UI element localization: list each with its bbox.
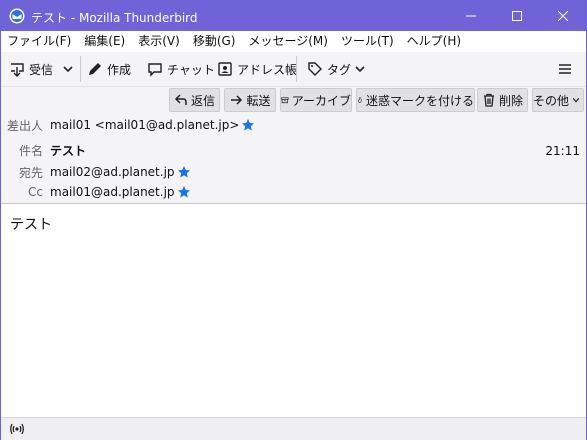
- pencil-icon: [89, 63, 101, 75]
- subject-row: 件名 テスト: [7, 141, 86, 159]
- forward-button[interactable]: 転送: [224, 88, 276, 112]
- cc-row: Cc mail01@ad.planet.jp: [7, 183, 191, 201]
- menu-view[interactable]: 表示(V): [132, 31, 187, 52]
- close-button[interactable]: [540, 1, 586, 31]
- trash-icon: [483, 93, 494, 107]
- get-mail-label: 受信: [29, 62, 54, 77]
- forward-label: 転送: [246, 93, 271, 108]
- message-body: テスト: [1, 204, 586, 417]
- reply-arrow-icon: [174, 94, 187, 105]
- to-row: 宛先 mail02@ad.planet.jp: [7, 163, 191, 181]
- menu-edit[interactable]: 編集(E): [78, 31, 132, 52]
- message-body-text: テスト: [10, 217, 52, 233]
- menu-help[interactable]: ヘルプ(H): [401, 31, 468, 52]
- address-book-button[interactable]: アドレス帳: [217, 56, 297, 82]
- tag-icon: [308, 62, 322, 76]
- minimize-icon: [466, 15, 476, 17]
- from-row: 差出人 mail01 <mail01@ad.planet.jp>: [7, 116, 255, 134]
- compose-button[interactable]: 作成: [87, 56, 131, 82]
- close-icon: [558, 11, 568, 21]
- hamburger-menu-icon: [559, 64, 571, 74]
- main-toolbar: 受信 作成 チャット アドレス帳 タグ: [1, 52, 586, 87]
- reply-label: 返信: [190, 93, 215, 108]
- thunderbird-logo-icon: [9, 8, 25, 24]
- menu-file[interactable]: ファイル(F): [1, 31, 78, 52]
- thunderbird-window: テスト - Mozilla Thunderbird ファイル(F) 編集(E) …: [0, 0, 587, 440]
- tag-button[interactable]: タグ: [307, 56, 370, 82]
- download-icon: [11, 63, 24, 77]
- chevron-down-icon: [572, 98, 580, 103]
- minimize-button[interactable]: [448, 1, 494, 31]
- menu-message[interactable]: メッセージ(M): [242, 31, 334, 52]
- other-actions-button[interactable]: その他: [532, 88, 584, 112]
- menu-go[interactable]: 移動(G): [187, 31, 243, 52]
- star-icon[interactable]: [241, 118, 255, 132]
- reply-button[interactable]: 返信: [169, 88, 220, 112]
- junk-fire-icon: [358, 97, 362, 103]
- status-bar: [1, 417, 586, 440]
- other-label: その他: [533, 93, 570, 108]
- menu-tools[interactable]: ツール(T): [335, 31, 401, 52]
- app-menu-button[interactable]: [558, 56, 576, 82]
- archive-label: アーカイブ: [291, 93, 351, 108]
- chat-bubble-icon: [148, 63, 162, 77]
- subject-value: テスト: [50, 143, 87, 158]
- subject-label: 件名: [18, 143, 43, 158]
- maximize-button[interactable]: [494, 1, 540, 31]
- address-book-label: アドレス帳: [237, 62, 298, 77]
- get-mail-dropdown[interactable]: [62, 56, 78, 82]
- to-label: 宛先: [18, 165, 43, 180]
- title-bar: テスト - Mozilla Thunderbird: [1, 1, 586, 31]
- delete-label: 削除: [498, 93, 523, 108]
- online-status-icon[interactable]: [9, 422, 25, 436]
- chat-label: チャット: [167, 62, 215, 77]
- chevron-down-icon: [355, 66, 365, 73]
- compose-label: 作成: [107, 62, 132, 77]
- chevron-down-icon: [63, 66, 73, 73]
- from-label: 差出人: [7, 118, 44, 133]
- cc-label: Cc: [28, 185, 43, 199]
- toolbar-divider: [296, 56, 297, 82]
- archive-box-icon: [281, 97, 289, 104]
- window-title: テスト - Mozilla Thunderbird: [31, 11, 198, 25]
- junk-label: 迷惑マークを付ける: [365, 93, 474, 108]
- from-address[interactable]: mail01 <mail01@ad.planet.jp>: [50, 118, 239, 132]
- address-book-icon: [218, 62, 232, 76]
- message-header-pane: 返信 転送 アーカイブ 迷惑マークを付ける 削除 その他 差出人 mail01 …: [1, 87, 586, 204]
- get-mail-button[interactable]: 受信: [9, 56, 53, 82]
- tag-label: タグ: [327, 62, 352, 77]
- delete-button[interactable]: 削除: [477, 88, 528, 112]
- star-icon[interactable]: [177, 185, 191, 199]
- mark-as-junk-button[interactable]: 迷惑マークを付ける: [356, 88, 475, 112]
- toolbar-divider: [80, 56, 81, 82]
- forward-arrow-icon: [231, 95, 243, 105]
- to-address[interactable]: mail02@ad.planet.jp: [50, 165, 175, 179]
- menu-bar: ファイル(F) 編集(E) 表示(V) 移動(G) メッセージ(M) ツール(T…: [1, 31, 586, 52]
- star-icon[interactable]: [177, 165, 191, 179]
- maximize-icon: [512, 11, 522, 21]
- message-time: 21:11: [545, 144, 580, 158]
- archive-button[interactable]: アーカイブ: [280, 88, 352, 112]
- cc-address[interactable]: mail01@ad.planet.jp: [50, 185, 175, 199]
- chat-button[interactable]: チャット: [147, 56, 215, 82]
